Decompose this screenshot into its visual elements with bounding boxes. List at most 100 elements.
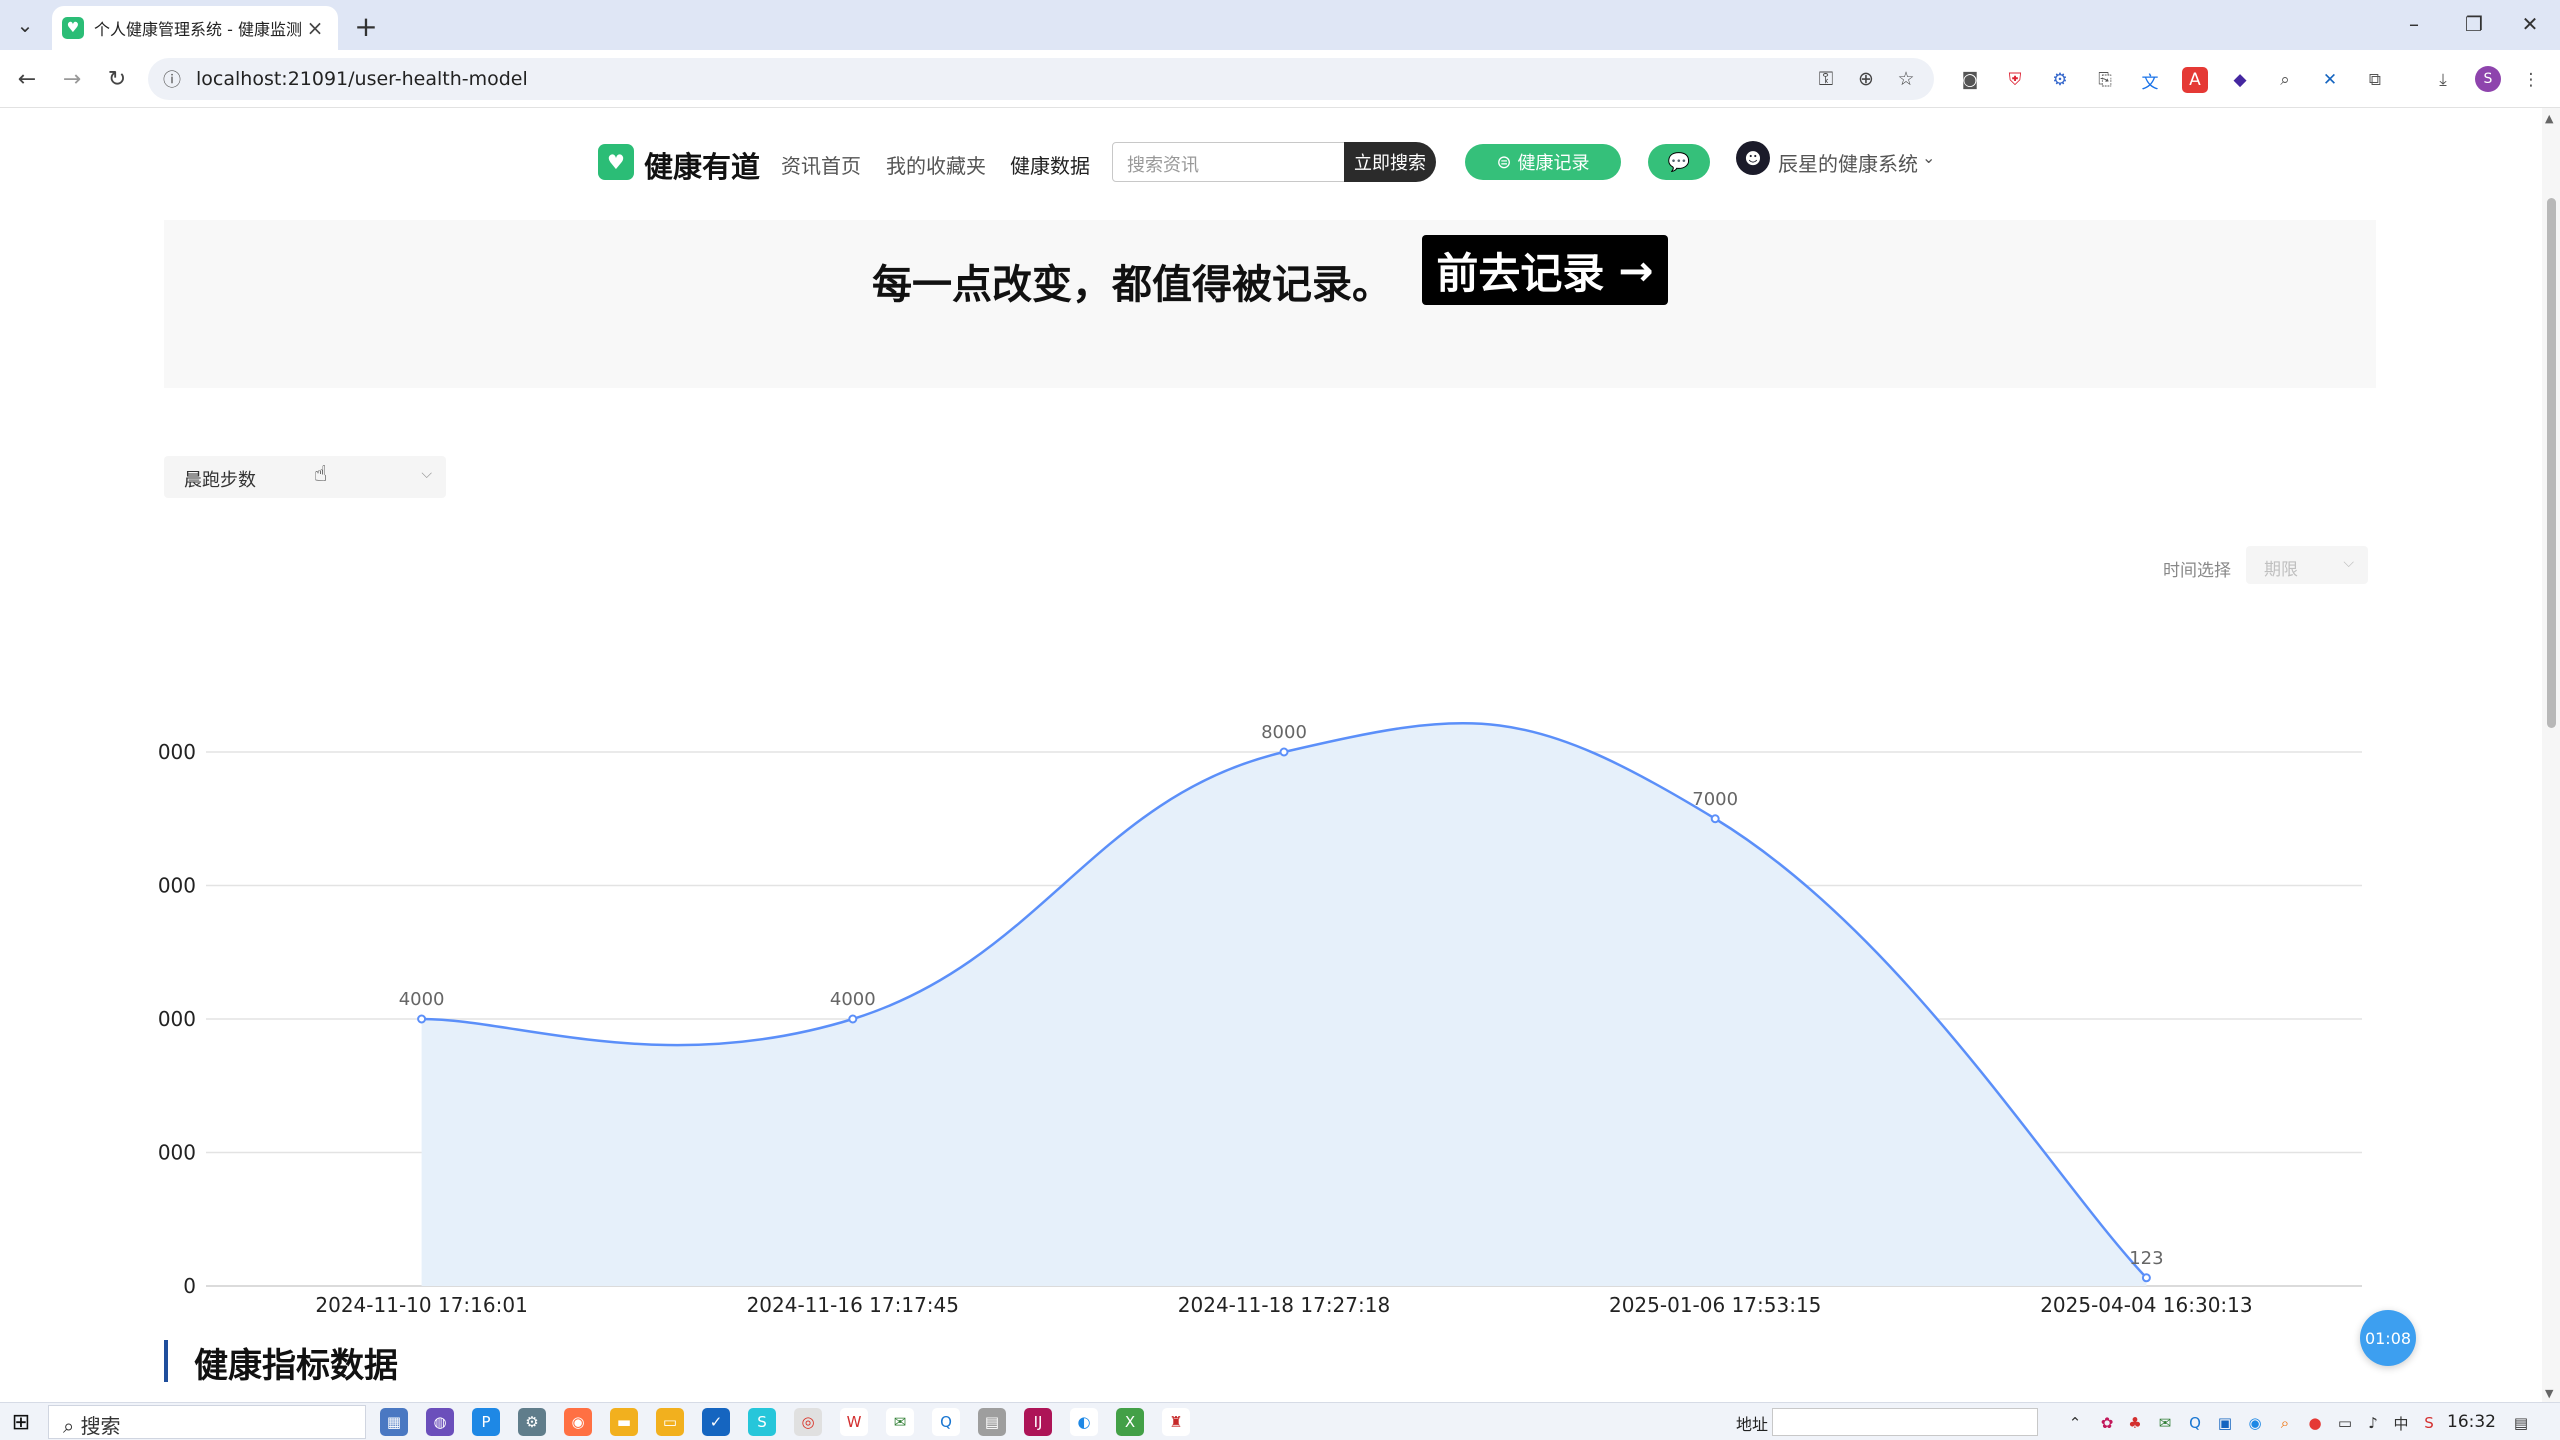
health-record-button[interactable]: ⊜ 健康记录 (1465, 144, 1621, 180)
nav-news-home[interactable]: 资讯首页 (781, 150, 861, 179)
password-key-icon[interactable]: ⚿ (1812, 65, 1840, 93)
address-url[interactable]: localhost:21091/user-health-model (196, 68, 528, 90)
back-arrow-icon[interactable]: ← (10, 62, 44, 96)
tray-blue-icon[interactable]: ▣ (2214, 1412, 2236, 1434)
address-bar[interactable]: ⓘ localhost:21091/user-health-model ⚿ ⊕ … (148, 58, 1934, 100)
tray-wechat-icon[interactable]: ✉ (2154, 1412, 2176, 1434)
time-filter-select[interactable]: 期限 ⌵ (2246, 546, 2368, 584)
tray-flower-icon[interactable]: ✿ (2096, 1412, 2118, 1434)
user-name[interactable]: 辰星的健康系统 (1778, 148, 1918, 177)
shield-extension-icon[interactable]: ⛨ (2002, 67, 2028, 93)
lens-extension-icon[interactable]: ⌕ (2272, 67, 2298, 93)
data-label: 4000 (830, 989, 876, 1010)
puzzle-badge-extension-icon[interactable]: ◆ (2227, 67, 2253, 93)
brand-name[interactable]: 健康有道 (644, 144, 760, 186)
user-menu-chevron-down-icon[interactable]: ⌄ (1922, 148, 1935, 167)
q-app-icon[interactable]: Q (932, 1408, 960, 1436)
tray-search-icon[interactable]: ⌕ (2274, 1412, 2296, 1434)
download-icon[interactable]: ⤓ (2430, 67, 2456, 93)
page-viewport: ♥ 健康有道 资讯首页 我的收藏夹 健康数据 搜索资讯 立即搜索 ⊜ 健康记录 … (0, 108, 2560, 1402)
browser2-app-icon[interactable]: ◐ (1070, 1408, 1098, 1436)
s-app-icon[interactable]: S (748, 1408, 776, 1436)
excel-app-icon[interactable]: X (1116, 1408, 1144, 1436)
tray-ime-icon[interactable]: 中 (2390, 1412, 2412, 1434)
user-avatar[interactable]: ☻ (1736, 141, 1770, 175)
tray-network-icon[interactable]: ▭ (2334, 1412, 2356, 1434)
nav-health-data[interactable]: 健康数据 (1010, 150, 1090, 179)
scroll-up-icon[interactable]: ▲ (2545, 112, 2553, 125)
brand-logo-icon[interactable]: ♥ (598, 144, 634, 180)
wps-app-icon[interactable]: W (840, 1408, 868, 1436)
extensions-puzzle-icon[interactable]: ⧉ (2362, 67, 2388, 93)
window-close-icon[interactable]: ✕ (2508, 6, 2552, 42)
metric-select[interactable]: 晨跑步数 ⌵ (164, 456, 446, 498)
window-minimize-icon[interactable]: – (2392, 6, 2436, 42)
page-scrollbar[interactable]: ▲ ▼ (2542, 108, 2560, 1402)
chevron-down-icon: ⌵ (421, 466, 432, 482)
folder-app-icon[interactable]: ▬ (610, 1408, 638, 1436)
tray-red-icon[interactable]: ● (2304, 1412, 2326, 1434)
tray-volume-icon[interactable]: ♪ (2362, 1412, 2384, 1434)
go-record-button[interactable]: 前去记录 → (1422, 235, 1668, 305)
bookmark-star-icon[interactable]: ☆ (1892, 65, 1920, 93)
p-app-icon[interactable]: P (472, 1408, 500, 1436)
settings-app-icon[interactable]: ⚙ (518, 1408, 546, 1436)
chart-svg: 000000000000040002024-11-10 17:16:014000… (158, 721, 2362, 1317)
pdf-extension-icon[interactable]: A (2182, 67, 2208, 93)
browser-toolbar: ← → ↻ ⓘ localhost:21091/user-health-mode… (0, 50, 2560, 108)
tray-s-icon[interactable]: S (2418, 1412, 2440, 1434)
taskbar-address-input[interactable] (1772, 1408, 2038, 1436)
metric-select-value: 晨跑步数 (184, 470, 256, 491)
tray-app-icon[interactable]: ♣ (2124, 1412, 2146, 1434)
explorer-app-icon[interactable]: ▭ (656, 1408, 684, 1436)
tray-chevron-up-icon[interactable]: ⌃ (2064, 1412, 2086, 1434)
taskview-app-icon[interactable]: ▦ (380, 1408, 408, 1436)
idea-app-icon[interactable]: IJ (1024, 1408, 1052, 1436)
wechat-app-icon[interactable]: ✉ (886, 1408, 914, 1436)
taskbar-clock[interactable]: 16:32 (2447, 1412, 2496, 1432)
tab-title: 个人健康管理系统 - 健康监测 | (94, 20, 302, 39)
banner-slogan: 每一点改变，都值得被记录。 (872, 262, 1392, 308)
steps-area-chart: 0 000 000 000 000 4000 2024-11-10 17:16:01 4000… (0, 608, 2540, 1348)
site-info-icon[interactable]: ⓘ (158, 65, 186, 93)
translate-extension-icon[interactable]: 文 (2137, 67, 2163, 93)
zoom-icon[interactable]: ⊕ (1852, 65, 1880, 93)
tab-list-chevron-icon[interactable]: ⌄ (8, 8, 42, 42)
new-tab-plus-icon[interactable]: + (350, 10, 382, 43)
browser-menu-icon[interactable]: ⋮ (2518, 67, 2544, 93)
data-point (2141, 1273, 2151, 1283)
disk-app-icon[interactable]: ▤ (978, 1408, 1006, 1436)
chat-button[interactable]: 💬 (1648, 144, 1710, 180)
reload-icon[interactable]: ↻ (100, 62, 134, 96)
floating-timer-badge[interactable]: 01:08 (2360, 1310, 2416, 1366)
search-input[interactable]: 搜索资讯 (1112, 142, 1348, 182)
profile-avatar[interactable]: S (2475, 66, 2501, 92)
forward-arrow-icon[interactable]: → (55, 62, 89, 96)
tray-qq-icon[interactable]: Q (2184, 1412, 2206, 1434)
search-button[interactable]: 立即搜索 (1344, 142, 1436, 182)
tab-close-icon[interactable]: × (302, 15, 328, 41)
window-restore-icon[interactable]: ❐ (2452, 6, 2496, 42)
nav-favorites[interactable]: 我的收藏夹 (886, 150, 986, 179)
tool-app-icon[interactable]: ♜ (1162, 1408, 1190, 1436)
chrome-app-icon[interactable]: ◎ (794, 1408, 822, 1436)
chat-bubble-icon: 💬 (1667, 151, 1691, 173)
scrollbar-thumb[interactable] (2547, 198, 2556, 728)
copy-extension-icon[interactable]: ⎘ (2092, 67, 2118, 93)
windows-start-icon[interactable]: ⊞ (8, 1409, 34, 1435)
tray-app2-icon[interactable]: ◉ (2244, 1412, 2266, 1434)
firefox-app-icon[interactable]: ◉ (564, 1408, 592, 1436)
x-extension-icon[interactable]: ✕ (2317, 67, 2343, 93)
scroll-down-icon[interactable]: ▼ (2545, 1387, 2553, 1400)
screenshot-extension-icon[interactable]: ◙ (1957, 67, 1983, 93)
notification-icon[interactable]: ▤ (2510, 1412, 2532, 1434)
site-favicon-icon: ♥ (62, 17, 84, 39)
taskbar-search-input[interactable]: ⌕ 搜索 (48, 1405, 366, 1439)
windows-taskbar: ⊞ ⌕ 搜索 ▦ ◍ P ⚙ ◉ ▬ ▭ ✓ S ◎ W ✉ Q ▤ IJ ◐ … (0, 1402, 2560, 1440)
browser-tab-active[interactable]: ♥ 个人健康管理系统 - 健康监测 | × (52, 6, 338, 50)
data-point (1710, 814, 1720, 824)
vscode-app-icon[interactable]: ✓ (702, 1408, 730, 1436)
purple-app-icon[interactable]: ◍ (426, 1408, 454, 1436)
graph-extension-icon[interactable]: ⚙ (2047, 67, 2073, 93)
y-tick-label: 0 (183, 1274, 196, 1298)
